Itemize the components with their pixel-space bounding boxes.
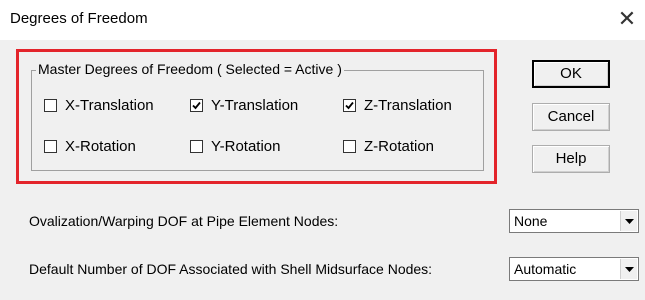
chevron-down-icon[interactable]: [620, 259, 637, 279]
z-rotation-checkbox[interactable]: Z-Rotation: [343, 137, 434, 155]
checkbox-box[interactable]: [190, 98, 203, 112]
help-button[interactable]: Help: [532, 145, 610, 173]
y-rotation-label: Y-Rotation: [211, 137, 281, 155]
x-rotation-checkbox[interactable]: X-Rotation: [44, 137, 136, 155]
chevron-down-icon[interactable]: [620, 211, 637, 231]
x-rotation-label: X-Rotation: [65, 137, 136, 155]
y-rotation-checkbox[interactable]: Y-Rotation: [190, 137, 281, 155]
y-translation-label: Y-Translation: [211, 96, 299, 114]
master-dof-group: [31, 70, 484, 171]
checkbox-box[interactable]: [343, 98, 356, 112]
dialog-body: Master Degrees of Freedom ( Selected = A…: [0, 40, 645, 300]
x-translation-label: X-Translation: [65, 96, 154, 114]
z-rotation-label: Z-Rotation: [364, 137, 435, 155]
checkbox-box[interactable]: [190, 139, 203, 153]
title-bar: Degrees of Freedom ✕: [0, 0, 645, 40]
ok-button[interactable]: OK: [532, 60, 610, 88]
check-icon: [192, 101, 201, 109]
checkbox-box[interactable]: [343, 139, 356, 153]
z-translation-checkbox[interactable]: Z-Translation: [343, 96, 452, 114]
ovalization-dropdown[interactable]: None: [509, 209, 639, 233]
checkbox-box[interactable]: [44, 98, 57, 112]
window-title: Degrees of Freedom: [10, 10, 148, 27]
shell-dof-dropdown[interactable]: Automatic: [509, 257, 639, 281]
y-translation-checkbox[interactable]: Y-Translation: [190, 96, 298, 114]
ovalization-label: Ovalization/Warping DOF at Pipe Element …: [29, 213, 339, 229]
master-dof-group-legend: Master Degrees of Freedom ( Selected = A…: [36, 60, 344, 78]
checkbox-box[interactable]: [44, 139, 57, 153]
x-translation-checkbox[interactable]: X-Translation: [44, 96, 154, 114]
shell-dof-label: Default Number of DOF Associated with Sh…: [29, 261, 433, 277]
z-translation-label: Z-Translation: [364, 96, 452, 114]
close-icon[interactable]: ✕: [614, 6, 640, 32]
ovalization-value: None: [514, 213, 548, 229]
check-icon: [345, 101, 354, 109]
shell-dof-value: Automatic: [514, 261, 577, 277]
cancel-button[interactable]: Cancel: [532, 103, 610, 131]
